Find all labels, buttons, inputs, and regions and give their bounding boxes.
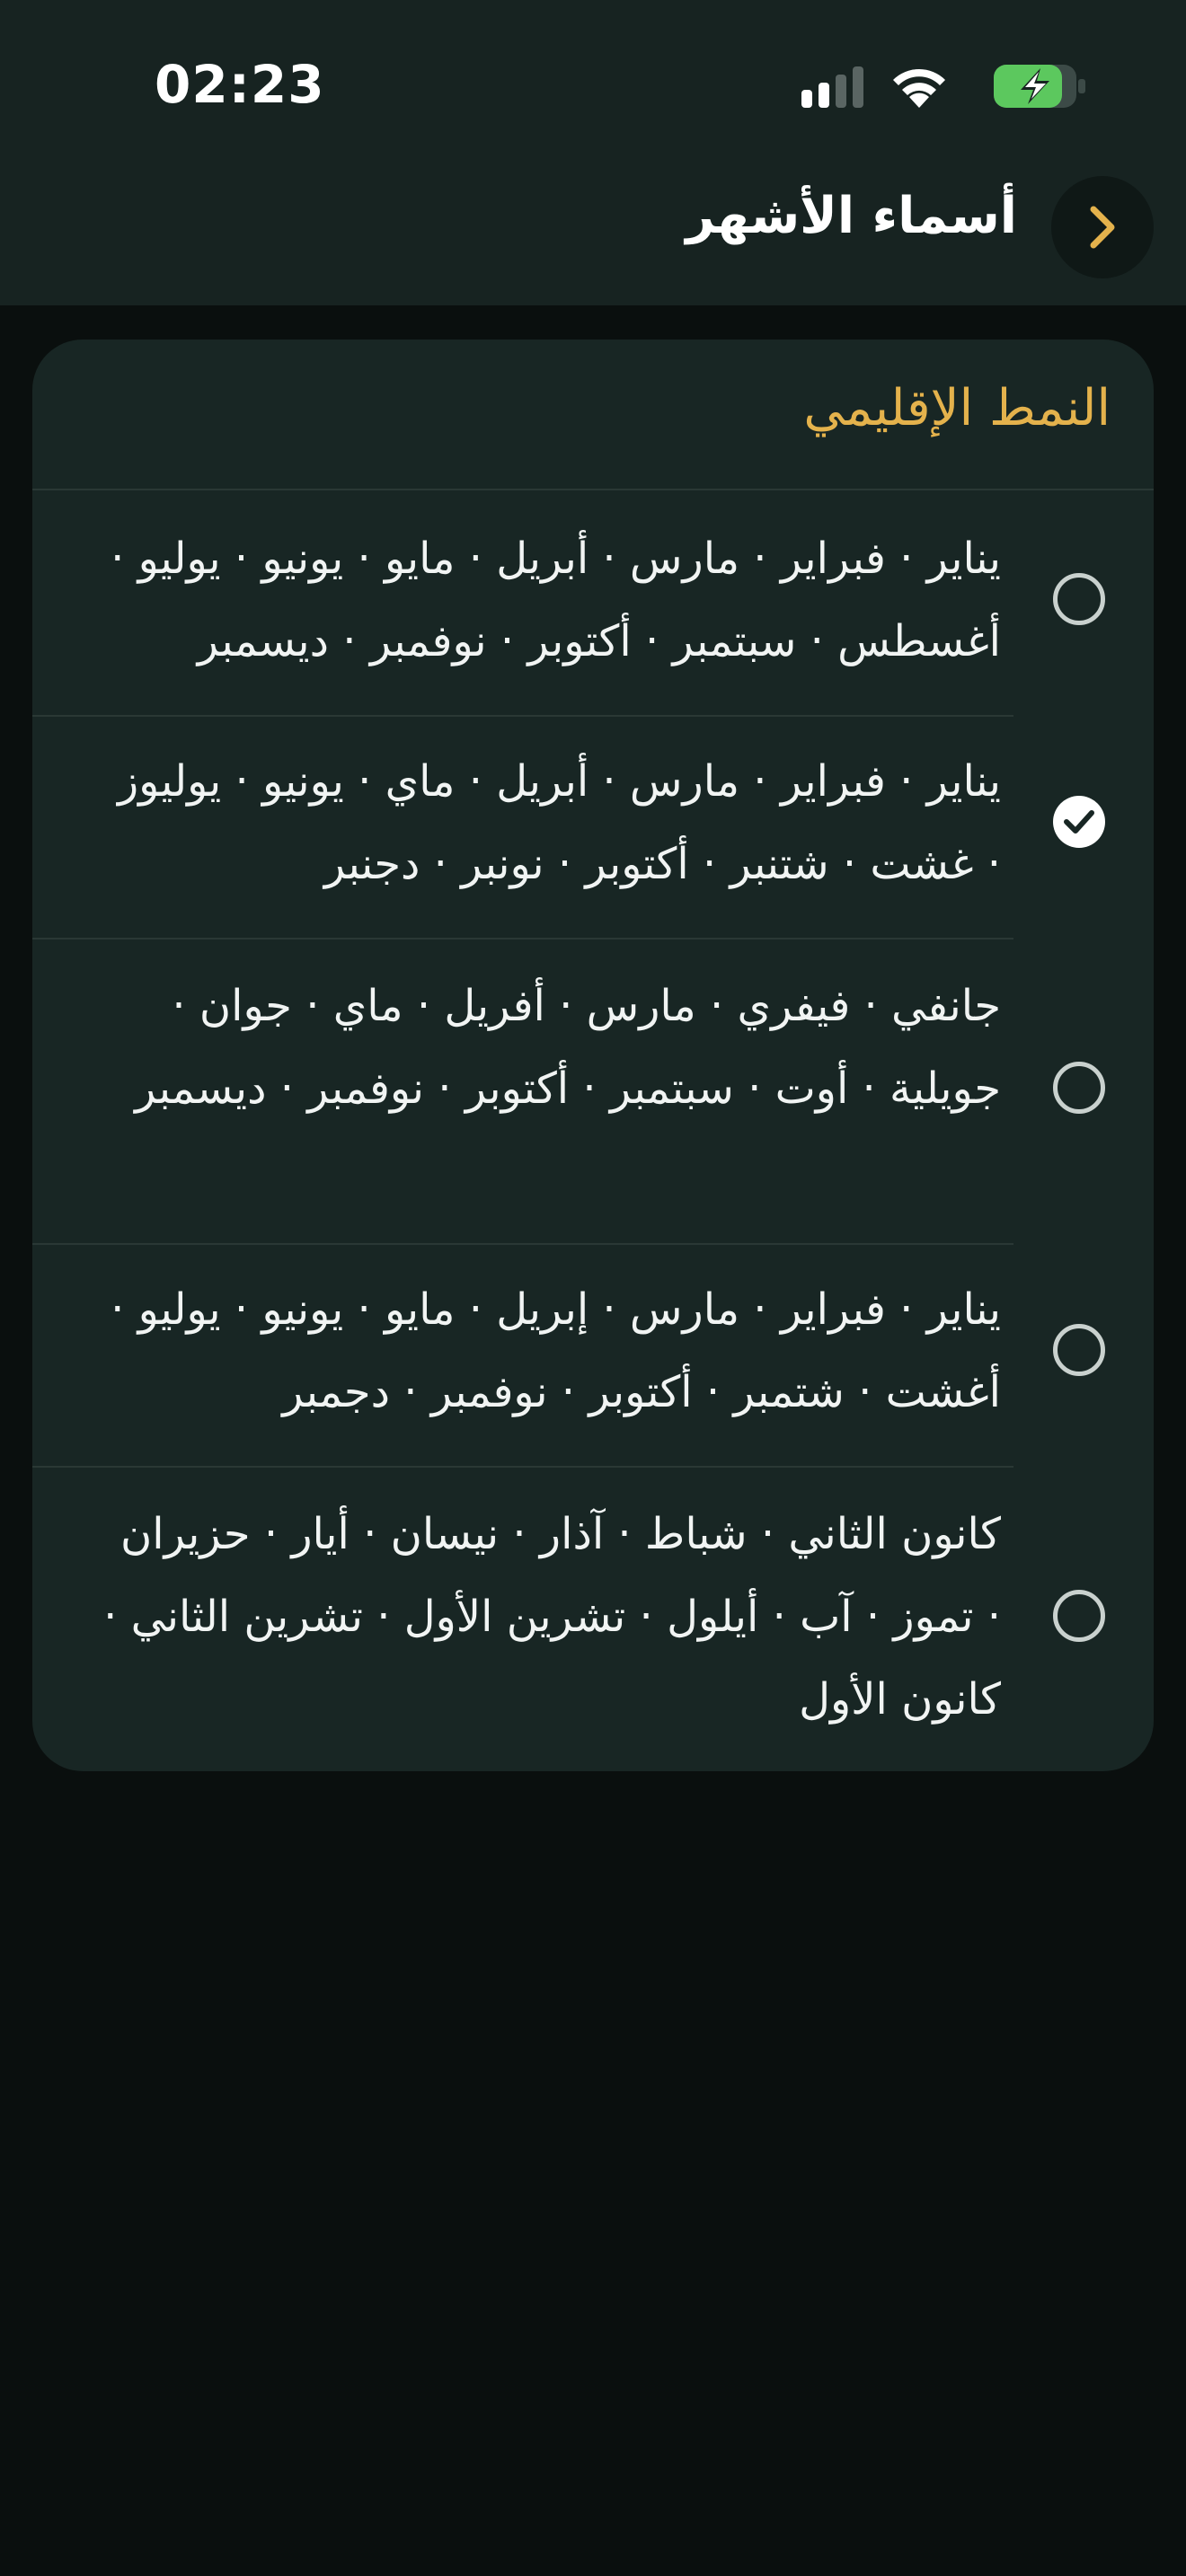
option-label: كانون الثاني · شباط · آذار · نيسان · أيا… xyxy=(103,1509,1001,1725)
section-title: النمط الإقليمي xyxy=(803,379,1111,437)
radio-unchecked[interactable] xyxy=(1053,1324,1105,1376)
top-bar: 02:23 أسماء الأشهر xyxy=(0,0,1186,305)
radio-unchecked[interactable] xyxy=(1053,573,1105,625)
option-row[interactable]: يناير · فبراير · مارس · إبريل · مايو · ي… xyxy=(32,1243,1154,1466)
option-row[interactable]: كانون الثاني · شباط · آذار · نيسان · أيا… xyxy=(32,1466,1154,1771)
radio-checked[interactable] xyxy=(1053,796,1105,848)
option-label: يناير · فبراير · مارس · إبريل · مايو · ي… xyxy=(111,1284,1001,1417)
option-label: جانفي · فيفري · مارس · أفريل · ماي · جوا… xyxy=(135,981,1001,1114)
status-time: 02:23 xyxy=(155,54,325,115)
battery-charging-icon xyxy=(994,65,1085,108)
radio-unchecked[interactable] xyxy=(1053,1590,1105,1642)
wifi-icon xyxy=(893,68,945,108)
chevron-right-icon xyxy=(1090,206,1115,249)
page-title: أسماء الأشهر xyxy=(686,187,1017,245)
status-icons xyxy=(798,63,1085,110)
back-button[interactable] xyxy=(1051,176,1154,278)
option-row[interactable]: جانفي · فيفري · مارس · أفريل · ماي · جوا… xyxy=(32,938,1154,1243)
regional-style-card: النمط الإقليمي يناير · فبراير · مارس · أ… xyxy=(32,340,1154,1771)
option-row[interactable]: يناير · فبراير · مارس · أبريل · ماي · يو… xyxy=(32,715,1154,938)
option-label: يناير · فبراير · مارس · أبريل · مايو · ي… xyxy=(111,534,1001,666)
radio-unchecked[interactable] xyxy=(1053,1062,1105,1114)
signal-icon xyxy=(801,66,863,108)
checkmark-icon xyxy=(1064,810,1094,834)
section-header: النمط الإقليمي xyxy=(32,340,1154,490)
option-label: يناير · فبراير · مارس · أبريل · ماي · يو… xyxy=(118,756,1001,889)
option-row[interactable]: يناير · فبراير · مارس · أبريل · مايو · ي… xyxy=(32,490,1154,715)
